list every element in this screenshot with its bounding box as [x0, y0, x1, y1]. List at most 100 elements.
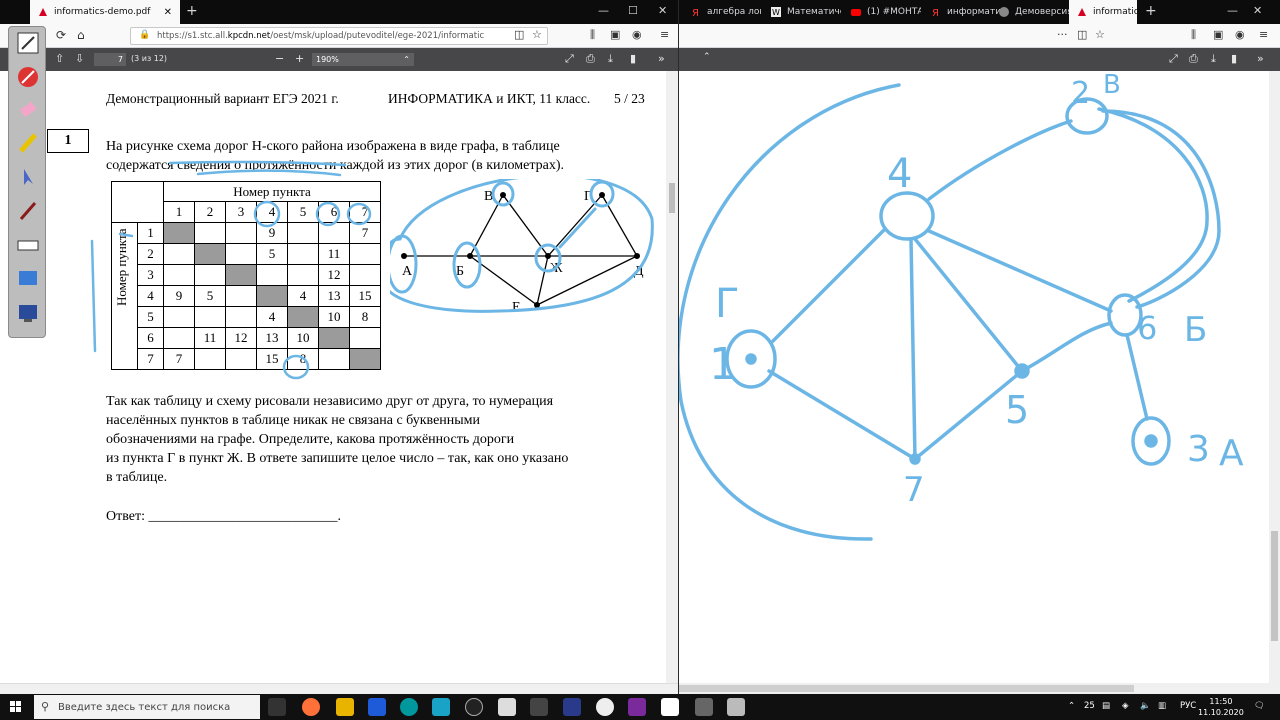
tools-icon[interactable]: » — [1257, 52, 1264, 65]
screen-capture-icon[interactable] — [16, 267, 40, 291]
notification-icon[interactable]: 🗨 — [1254, 701, 1265, 711]
library-icon[interactable]: ⫼ — [1191, 28, 1196, 42]
zoom-out-icon[interactable]: − — [275, 52, 284, 65]
more-icon[interactable]: ··· — [1057, 28, 1068, 41]
pdf-icon — [39, 8, 47, 16]
file-explorer-icon[interactable] — [336, 698, 354, 716]
horizontal-scrollbar[interactable] — [0, 683, 678, 694]
chevron-down-icon: ⌃ — [403, 55, 410, 64]
save-icon[interactable]: ⤓ — [608, 52, 613, 66]
url-field[interactable]: 🔒 https://s1.stc.all. kpcdn.net/oest/msk/… — [130, 27, 548, 45]
keyboard-icon[interactable] — [16, 233, 40, 257]
sidebar-icon[interactable]: ▣ — [1213, 28, 1223, 41]
label-6: 6 — [1137, 309, 1157, 347]
clock-app-icon[interactable] — [465, 698, 483, 716]
yandex-icon: Я — [932, 8, 939, 17]
tab-math[interactable]: W Математиче — [763, 0, 841, 24]
tray-app-icon[interactable]: ◈ — [1122, 701, 1129, 711]
next-page-icon[interactable]: ⇩ — [75, 52, 84, 65]
minimize-icon[interactable]: — — [1227, 4, 1238, 17]
clock[interactable]: 11:50 11.10.2020 — [1198, 696, 1244, 718]
app-icon-active[interactable] — [727, 698, 745, 716]
pocket-icon[interactable]: ◫ — [1077, 28, 1087, 41]
close-icon[interactable]: ✕ — [156, 7, 172, 18]
bookmark-icon[interactable]: ▮ — [1231, 52, 1237, 65]
minimize-icon[interactable]: — — [598, 4, 609, 17]
tray-arrow-icon[interactable]: ⌃ — [1068, 701, 1075, 711]
app-icon-c[interactable] — [432, 698, 450, 716]
whiteboard-icon[interactable] — [16, 301, 40, 325]
scroll-thumb[interactable] — [1271, 531, 1278, 641]
right-vertical-scrollbar[interactable] — [1269, 71, 1280, 683]
page-count: (3 из 12) — [131, 54, 168, 63]
pen-icon[interactable] — [16, 31, 40, 55]
tab-informatics-demo[interactable]: informatics-demo.pdf ✕ — [30, 0, 180, 24]
new-tab-icon[interactable]: + — [186, 3, 198, 19]
account-icon[interactable]: ◉ — [632, 28, 642, 41]
sidebar-icon[interactable]: ▣ — [610, 28, 620, 41]
firefox-icon[interactable] — [302, 698, 320, 716]
zoom-select[interactable]: 190% ⌃ — [312, 53, 414, 66]
bookmark-star-icon[interactable]: ☆ — [532, 28, 542, 41]
brush-icon[interactable] — [16, 199, 40, 223]
app-icon-window[interactable] — [661, 698, 679, 716]
scroll-thumb[interactable] — [679, 685, 1134, 692]
app-icon-media[interactable] — [498, 698, 516, 716]
network-icon[interactable]: ▤ — [1102, 701, 1110, 711]
app-icon-arrow[interactable] — [530, 698, 548, 716]
app-icon-network[interactable] — [563, 698, 581, 716]
arduino-icon[interactable] — [400, 698, 418, 716]
whiteboard-canvas[interactable]: 1 Г 4 2 В 6 Б 5 7 3 А — [679, 70, 1269, 683]
new-tab-icon[interactable]: + — [1145, 3, 1157, 19]
reload-icon[interactable]: ⟳ — [56, 28, 66, 42]
scroll-thumb[interactable] — [669, 183, 675, 213]
fullscreen-icon[interactable]: ⤢ — [1169, 52, 1178, 66]
tab-youtube[interactable]: (1) #МОНТАЖ — [843, 0, 921, 24]
app-icon-blue[interactable] — [368, 698, 386, 716]
tab-demoversion[interactable]: Демоверсия — [991, 0, 1069, 24]
pointer-icon[interactable] — [16, 165, 40, 189]
tools-icon[interactable]: » — [658, 52, 665, 65]
bookmark-icon[interactable]: ▮ — [630, 52, 636, 65]
volume-icon[interactable]: 🔈 — [1140, 701, 1151, 711]
taskbar-search-input[interactable]: ⚲ Введите здесь текст для поиска — [34, 695, 260, 719]
home-icon[interactable]: ⌂ — [77, 28, 85, 42]
clock-time: 11:50 — [1209, 697, 1233, 706]
vertical-scrollbar[interactable] — [666, 71, 678, 683]
account-icon[interactable]: ◉ — [1235, 28, 1245, 41]
fullscreen-icon[interactable]: ⤢ — [565, 52, 574, 66]
windows-start-icon[interactable] — [0, 694, 32, 720]
menu-icon[interactable]: ≡ — [1259, 28, 1268, 41]
pdf-page: Демонстрационный вариант ЕГЭ 2021 г. ИНФ… — [0, 71, 678, 683]
print-icon[interactable]: ⎙ — [1189, 52, 1198, 66]
smart-notebook-icon[interactable] — [628, 698, 646, 716]
zoom-in-icon[interactable]: + — [295, 52, 304, 65]
tab-informatics[interactable]: Яинформатик — [923, 0, 1001, 24]
app-icon-box[interactable] — [695, 698, 713, 716]
maximize-icon[interactable]: ☐ — [628, 4, 638, 17]
chevron-down-icon[interactable]: ⌃ — [703, 52, 711, 62]
print-icon[interactable]: ⎙ — [586, 52, 595, 66]
right-horizontal-scrollbar[interactable] — [679, 683, 1280, 694]
highlighter-icon[interactable] — [16, 131, 40, 155]
app-icon-circle[interactable] — [596, 698, 614, 716]
right-browser-window: Яалгебра логи W Математиче (1) #МОНТАЖ Яи… — [679, 0, 1280, 694]
close-window-icon[interactable]: ✕ — [1253, 4, 1262, 17]
svg-text:W: W — [772, 8, 780, 17]
tab-algebra[interactable]: Яалгебра логи — [683, 0, 761, 24]
clock-date: 11.10.2020 — [1198, 708, 1244, 717]
task-view-icon[interactable] — [268, 698, 286, 716]
close-window-icon[interactable]: ✕ — [658, 4, 667, 17]
library-icon[interactable]: ⫼ — [590, 28, 595, 42]
save-icon[interactable]: ⤓ — [1211, 52, 1216, 66]
menu-icon[interactable]: ≡ — [660, 28, 669, 41]
language-indicator[interactable]: РУС — [1180, 701, 1196, 711]
pocket-icon[interactable]: ◫ — [514, 28, 524, 41]
tab-informatic-active[interactable]: informatic✕ — [1069, 0, 1137, 24]
page-number-input[interactable]: 7 — [94, 53, 126, 66]
eraser-icon[interactable] — [16, 97, 40, 121]
prev-page-icon[interactable]: ⇧ — [55, 52, 64, 65]
marker-icon[interactable] — [16, 65, 40, 89]
network-status-icon[interactable]: ▥ — [1158, 701, 1166, 711]
bookmark-star-icon[interactable]: ☆ — [1095, 28, 1105, 41]
